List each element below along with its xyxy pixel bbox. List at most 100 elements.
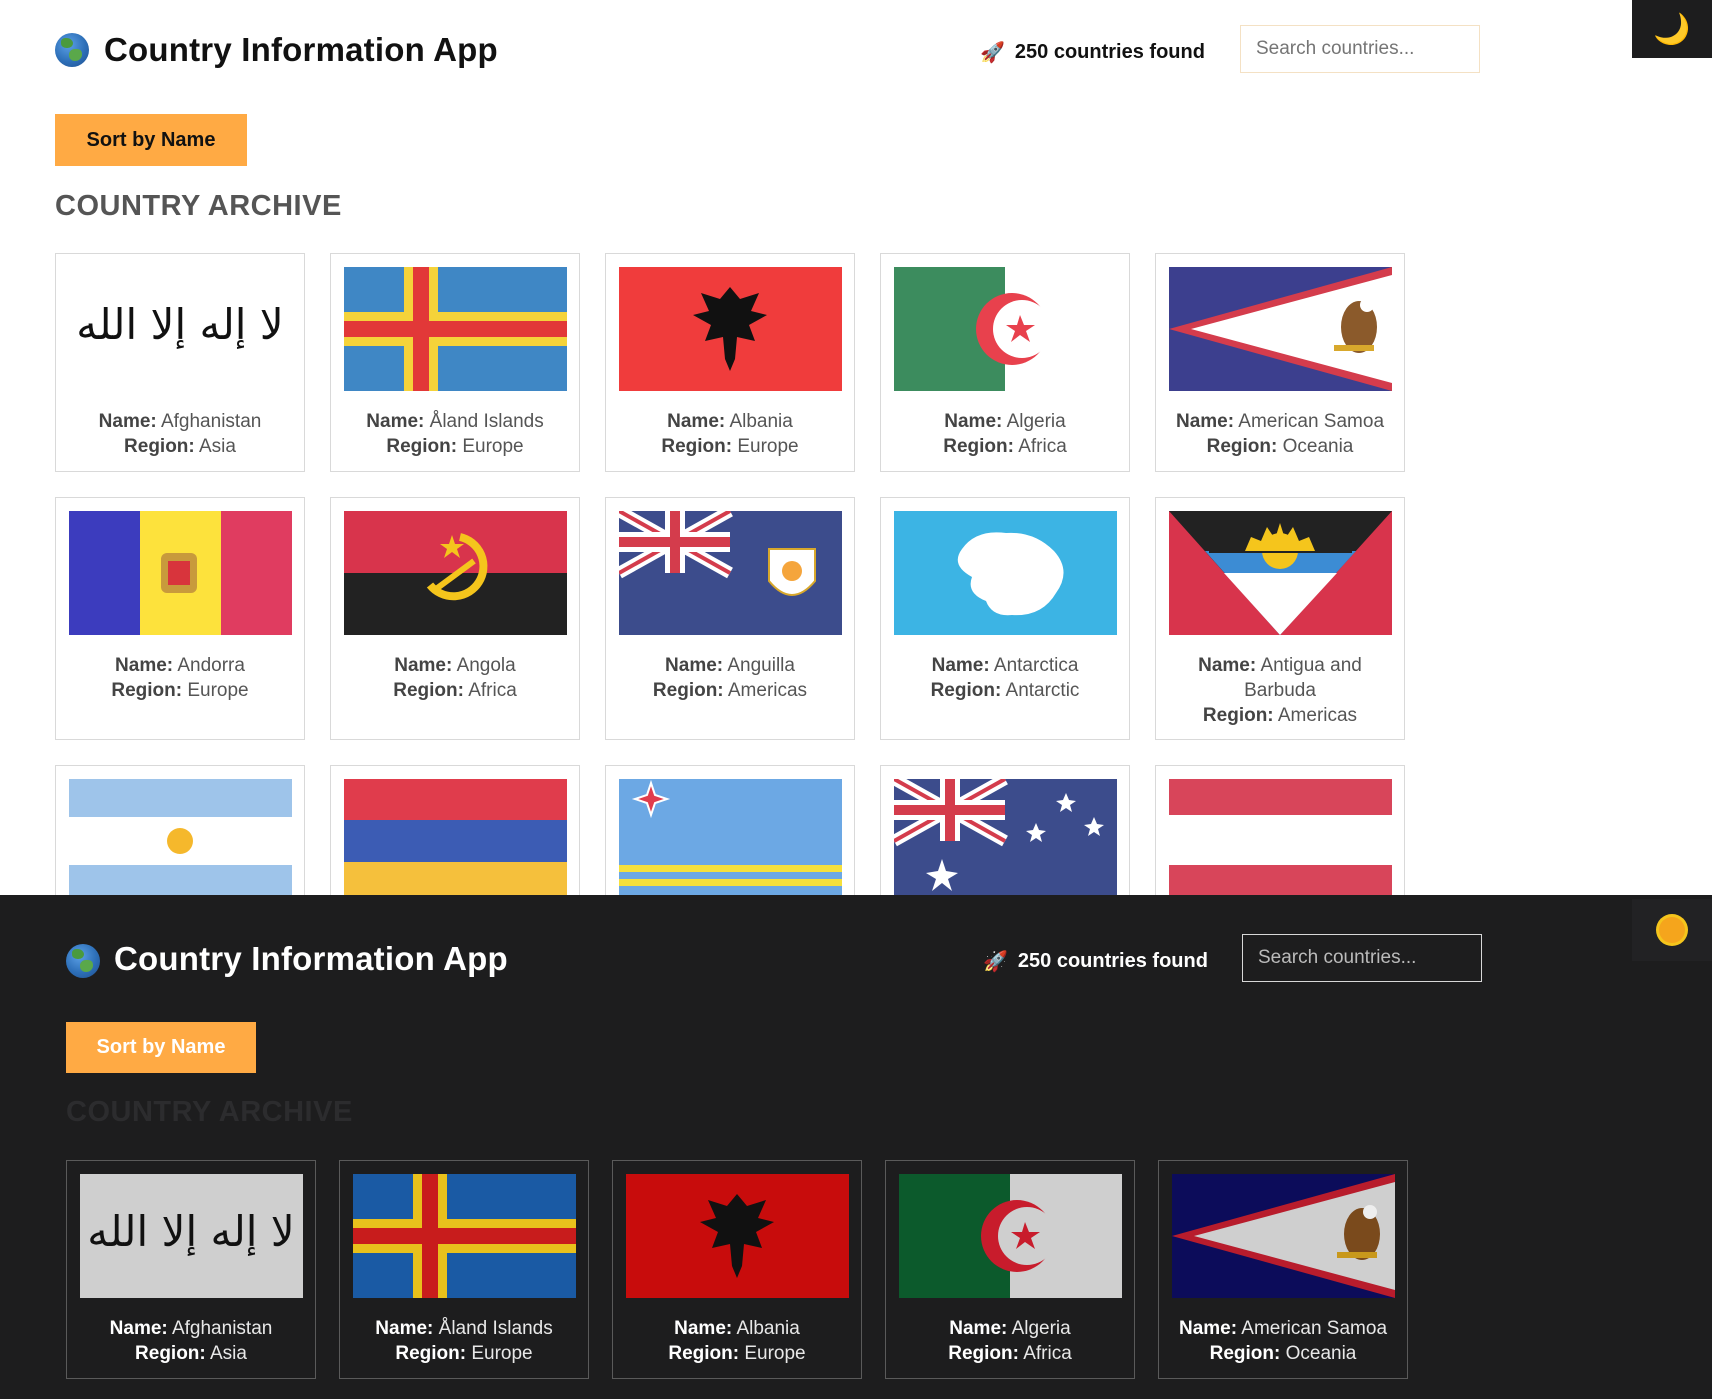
country-count: 🚀 250 countries found — [983, 949, 1208, 974]
rocket-icon: 🚀 — [983, 951, 1008, 973]
region-label: Region: — [948, 1343, 1019, 1364]
flag-american-samoa — [1172, 1174, 1395, 1298]
name-label: Name: — [949, 1318, 1008, 1339]
theme-toggle-button[interactable] — [1632, 899, 1712, 961]
country-card[interactable] — [330, 765, 580, 895]
flag-anguilla — [619, 511, 842, 635]
search-input[interactable] — [1240, 25, 1480, 73]
flag-afghanistan: لا إله إلا الله — [69, 267, 292, 391]
region-label: Region: — [395, 1343, 467, 1364]
flag-aland-islands — [344, 267, 567, 391]
region-label: Region: — [652, 680, 724, 701]
country-name: Albania — [729, 411, 793, 432]
country-card[interactable]: Name: Albania Region: Europe — [612, 1160, 862, 1379]
country-region: Europe — [462, 436, 524, 457]
country-card[interactable] — [605, 765, 855, 895]
svg-text:لا إله إلا الله: لا إله إلا الله — [76, 300, 284, 350]
country-name: Antarctica — [993, 655, 1079, 676]
flag-american-samoa — [1169, 267, 1392, 391]
country-card[interactable]: Name: Antigua and Barbuda Region: Americ… — [1155, 497, 1405, 740]
flag-albania — [626, 1174, 849, 1298]
svg-text:لا إله إلا الله: لا إله إلا الله — [87, 1207, 295, 1257]
flag-antigua-and-barbuda — [1169, 511, 1392, 635]
rocket-icon: 🚀 — [980, 42, 1005, 64]
country-card[interactable]: Name: Algeria Region: Africa — [880, 253, 1130, 472]
name-label: Name: — [1175, 411, 1235, 432]
archive-heading: COUNTRY ARCHIVE — [55, 190, 342, 222]
light-theme-view: Country Information App 🚀 250 countries … — [0, 0, 1712, 895]
country-region: Asia — [198, 436, 236, 457]
flag-antarctica — [894, 511, 1117, 635]
country-count-text: 250 countries found — [1014, 41, 1205, 63]
country-region: Africa — [468, 680, 517, 701]
sort-by-name-button[interactable]: Sort by Name — [55, 114, 247, 166]
flag-aruba — [619, 779, 842, 895]
country-card[interactable]: Name: Angola Region: Africa — [330, 497, 580, 740]
country-card[interactable] — [55, 765, 305, 895]
country-name: Anguilla — [727, 655, 795, 676]
country-card[interactable]: Name: Andorra Region: Europe — [55, 497, 305, 740]
country-name: American Samoa — [1241, 1318, 1388, 1339]
country-region: Oceania — [1285, 1343, 1357, 1364]
flag-armenia — [344, 779, 567, 895]
country-name: Andorra — [177, 655, 245, 676]
region-label: Region: — [1209, 1343, 1281, 1364]
country-region: Oceania — [1282, 436, 1354, 457]
globe-icon — [55, 33, 89, 67]
country-region: Americas — [1277, 705, 1358, 726]
name-label: Name: — [366, 411, 425, 432]
country-name: Algeria — [1006, 411, 1066, 432]
globe-icon — [66, 944, 100, 978]
country-region: Europe — [744, 1343, 806, 1364]
country-region: Antarctic — [1005, 680, 1080, 701]
country-card[interactable] — [880, 765, 1130, 895]
name-label: Name: — [944, 411, 1003, 432]
country-count-text: 250 countries found — [1017, 950, 1208, 972]
country-card[interactable]: Name: American Samoa Region: Oceania — [1158, 1160, 1408, 1379]
country-card[interactable]: Name: American Samoa Region: Oceania — [1155, 253, 1405, 472]
flag-afghanistan: لا إله إلا الله — [80, 1174, 303, 1298]
country-count: 🚀 250 countries found — [980, 40, 1205, 65]
flag-argentina — [69, 779, 292, 895]
country-name: Angola — [456, 655, 516, 676]
region-label: Region: — [943, 436, 1014, 457]
region-label: Region: — [661, 436, 733, 457]
region-label: Region: — [668, 1343, 740, 1364]
sort-by-name-button[interactable]: Sort by Name — [66, 1022, 256, 1073]
name-label: Name: — [394, 655, 453, 676]
country-card[interactable]: لا إله إلا الله Name: Afghanistan Region… — [66, 1160, 316, 1379]
country-card[interactable]: Name: Albania Region: Europe — [605, 253, 855, 472]
name-label: Name: — [98, 411, 157, 432]
region-label: Region: — [930, 680, 1002, 701]
name-label: Name: — [667, 411, 726, 432]
region-label: Region: — [386, 436, 458, 457]
flag-australia — [894, 779, 1117, 895]
country-card[interactable]: لا إله إلا الله Name: Afghanistan Region… — [55, 253, 305, 472]
country-card[interactable]: Name: Algeria Region: Africa — [885, 1160, 1135, 1379]
country-card[interactable] — [1155, 765, 1405, 895]
country-card[interactable]: Name: Anguilla Region: Americas — [605, 497, 855, 740]
name-label: Name: — [1198, 655, 1257, 676]
dark-theme-view: Country Information App 🚀 250 countries … — [0, 895, 1712, 1399]
name-label: Name: — [665, 655, 724, 676]
search-input[interactable] — [1242, 934, 1482, 982]
country-name: Afghanistan — [160, 411, 262, 432]
name-label: Name: — [375, 1318, 434, 1339]
country-name: Algeria — [1011, 1318, 1071, 1339]
country-region: Europe — [187, 680, 249, 701]
country-region: Americas — [727, 680, 808, 701]
country-name: Afghanistan — [171, 1318, 273, 1339]
sun-icon — [1659, 917, 1685, 943]
archive-heading: COUNTRY ARCHIVE — [66, 1096, 353, 1128]
country-name: Åland Islands — [429, 411, 544, 432]
country-card[interactable]: Name: Antarctica Region: Antarctic — [880, 497, 1130, 740]
country-card[interactable]: Name: Åland Islands Region: Europe — [330, 253, 580, 472]
country-card[interactable]: Name: Åland Islands Region: Europe — [339, 1160, 589, 1379]
flag-albania — [619, 267, 842, 391]
flag-angola — [344, 511, 567, 635]
country-region: Asia — [209, 1343, 247, 1364]
moon-icon: 🌙 — [1653, 12, 1691, 46]
theme-toggle-button[interactable]: 🌙 — [1632, 0, 1712, 58]
country-name: American Samoa — [1238, 411, 1385, 432]
region-label: Region: — [135, 1343, 206, 1364]
